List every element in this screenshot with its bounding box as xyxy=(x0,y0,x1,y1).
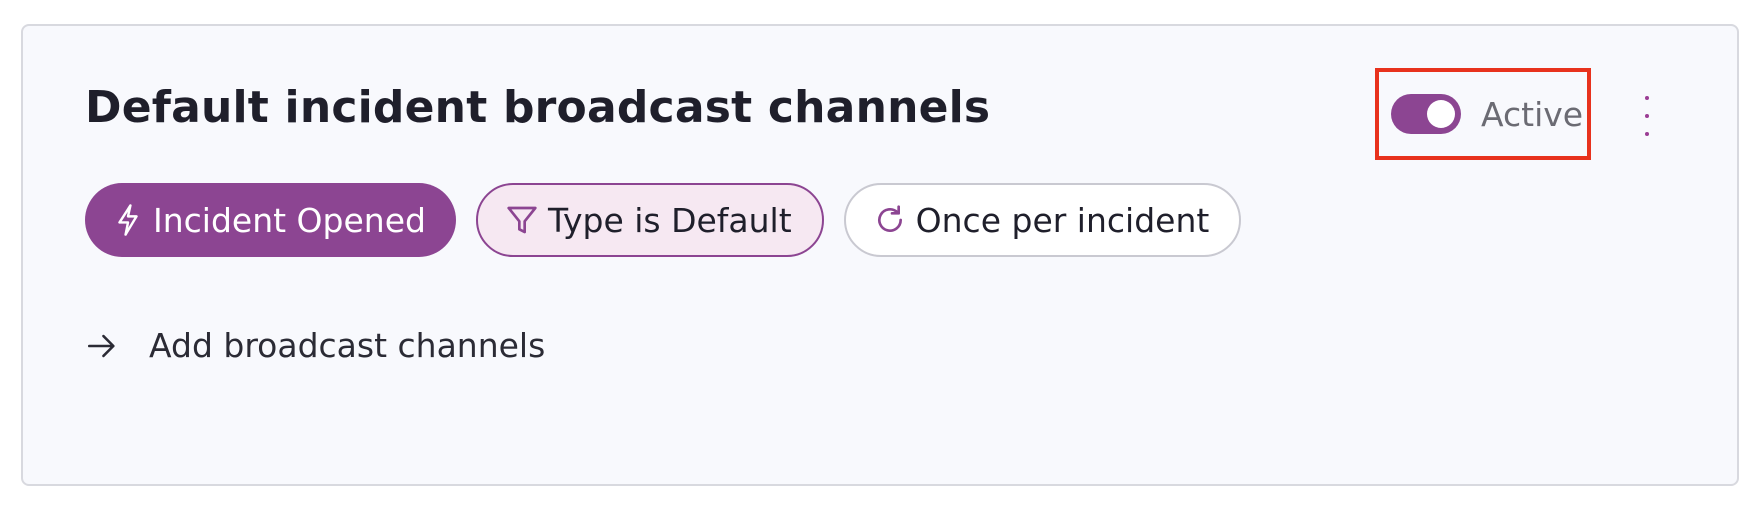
toggle-knob xyxy=(1427,100,1455,128)
more-options-icon[interactable] xyxy=(1635,96,1659,136)
add-broadcast-channels-label: Add broadcast channels xyxy=(149,326,546,365)
refresh-icon xyxy=(877,205,902,232)
trigger-chip-label: Incident Opened xyxy=(153,200,426,240)
add-broadcast-channels-link[interactable]: Add broadcast channels xyxy=(85,326,545,365)
trigger-chip[interactable]: Incident Opened xyxy=(85,183,456,257)
filter-chip[interactable]: Type is Default xyxy=(475,183,824,257)
filter-chip-label: Type is Default xyxy=(547,200,792,240)
broadcast-rule-card: Default incident broadcast channels Acti… xyxy=(21,24,1739,486)
filter-funnel-icon xyxy=(507,206,537,234)
arrow-right-icon xyxy=(87,334,115,357)
active-toggle[interactable]: Active xyxy=(1375,68,1591,160)
frequency-chip-label: Once per incident xyxy=(915,200,1210,240)
toggle-label: Active xyxy=(1481,94,1584,134)
condition-chips: Incident Opened Type is Default Once per… xyxy=(85,183,1242,257)
frequency-chip[interactable]: Once per incident xyxy=(843,183,1242,257)
card-title: Default incident broadcast channels xyxy=(85,82,991,133)
toggle-switch[interactable] xyxy=(1391,94,1461,134)
lightning-bolt-icon xyxy=(118,204,138,236)
